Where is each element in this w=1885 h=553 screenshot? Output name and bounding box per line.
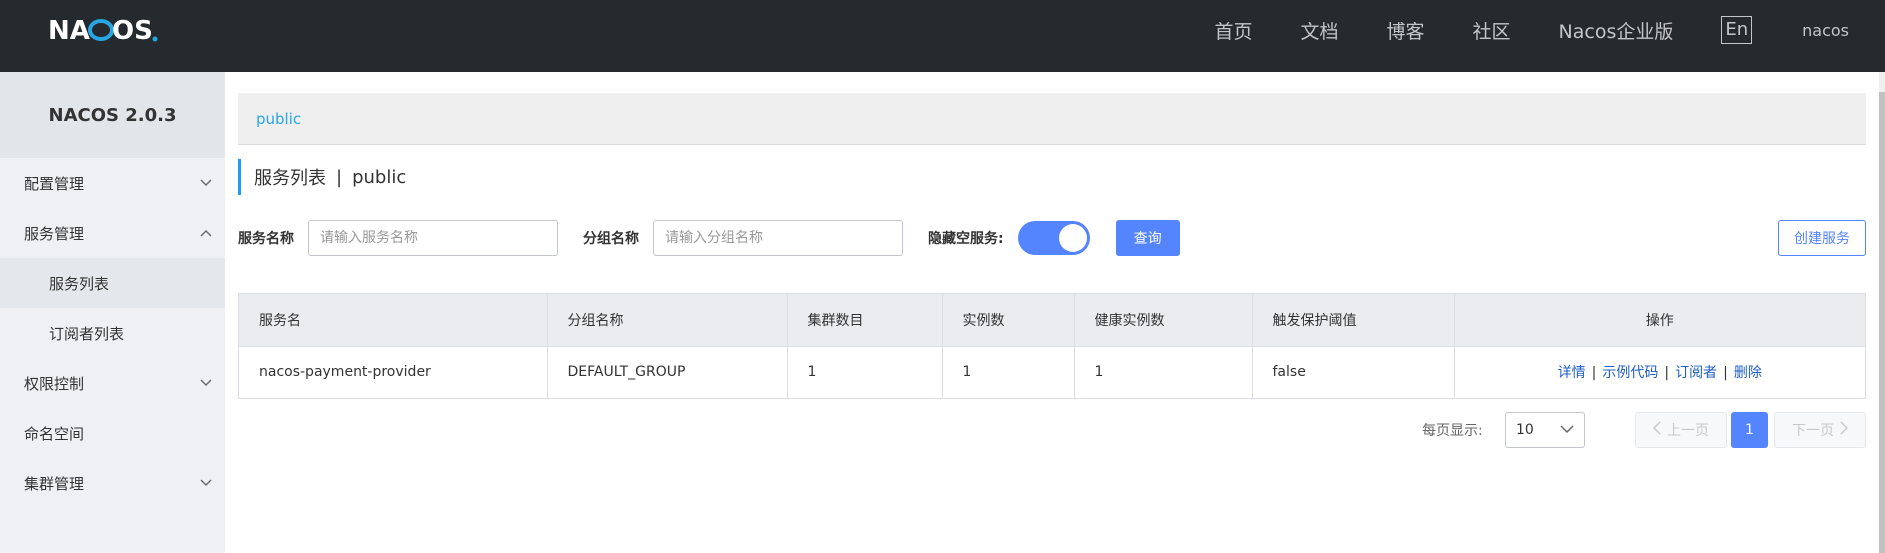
cell-service-name: nacos-payment-provider — [239, 346, 548, 398]
nav-home[interactable]: 首页 — [1214, 17, 1252, 44]
cell-operations: 详情 | 示例代码 | 订阅者 | 删除 — [1454, 346, 1865, 398]
hide-empty-services-label: 隐藏空服务: — [928, 231, 1004, 247]
sidebar-item-cluster-management[interactable]: 集群管理 — [0, 458, 225, 508]
page-size-label: 每页显示: — [1422, 423, 1483, 439]
group-name-input[interactable] — [653, 220, 903, 256]
next-page-label: 下一页 — [1792, 423, 1834, 439]
page-number-1[interactable]: 1 — [1731, 412, 1768, 448]
prev-page-button[interactable]: 上一页 — [1635, 412, 1727, 448]
sidebar-item-subscriber-list[interactable]: 订阅者列表 — [0, 308, 225, 358]
chevron-down-icon — [199, 476, 213, 490]
namespace-link-public[interactable]: public — [256, 110, 301, 128]
top-navbar: NA OS 首页 文档 博客 社区 Nacos企业版 En nacos — [0, 0, 1885, 72]
page-scrollbar[interactable] — [1879, 72, 1885, 553]
column-header-protect-threshold: 触发保护阈值 — [1252, 294, 1455, 347]
language-toggle-button[interactable]: En — [1721, 16, 1753, 44]
nav-enterprise[interactable]: Nacos企业版 — [1559, 17, 1674, 44]
chevron-down-icon — [199, 376, 213, 390]
sidebar-item-label: 命名空间 — [24, 424, 85, 443]
main-content: public 服务列表 | public 服务名称 分组名称 隐藏空服务: 查询… — [225, 72, 1885, 553]
nacos-logo-icon: NA OS — [48, 16, 158, 45]
service-table: 服务名 分组名称 集群数目 实例数 健康实例数 触发保护阈值 操作 nacos-… — [238, 293, 1866, 399]
sample-code-link[interactable]: 示例代码 — [1602, 365, 1658, 381]
create-service-button[interactable]: 创建服务 — [1778, 220, 1866, 256]
sidebar-item-label: 集群管理 — [24, 474, 85, 493]
scrollbar-thumb[interactable] — [1879, 92, 1885, 553]
sidebar-item-service-management[interactable]: 服务管理 — [0, 208, 225, 258]
cell-group-name: DEFAULT_GROUP — [547, 346, 788, 398]
user-menu[interactable]: nacos — [1802, 21, 1849, 40]
sidebar: NACOS 2.0.3 配置管理 服务管理 服务列表 订阅者列表 权限控制 命名… — [0, 72, 225, 553]
page-size-value: 10 — [1516, 422, 1534, 438]
toggle-knob — [1058, 224, 1087, 252]
op-separator: | — [1723, 365, 1728, 382]
nacos-logo[interactable]: NA OS — [48, 15, 168, 45]
service-name-input[interactable] — [308, 220, 558, 256]
column-header-service-name: 服务名 — [239, 294, 548, 347]
svg-text:OS: OS — [112, 16, 153, 45]
chevron-down-icon — [1560, 422, 1574, 438]
service-name-label: 服务名称 — [238, 231, 294, 247]
column-header-healthy-count: 健康实例数 — [1074, 294, 1253, 347]
sidebar-item-config-management[interactable]: 配置管理 — [0, 158, 225, 208]
page-title: 服务列表 | public — [238, 159, 406, 195]
page-title-namespace: public — [352, 166, 407, 188]
query-button[interactable]: 查询 — [1115, 220, 1180, 256]
chevron-left-icon — [1652, 421, 1661, 439]
column-header-operations: 操作 — [1454, 294, 1865, 347]
filter-bar: 服务名称 分组名称 隐藏空服务: 查询 创建服务 — [238, 220, 1866, 256]
page-title-text: 服务列表 — [254, 168, 326, 189]
table-header-row: 服务名 分组名称 集群数目 实例数 健康实例数 触发保护阈值 操作 — [239, 294, 1865, 347]
sidebar-item-access-control[interactable]: 权限控制 — [0, 358, 225, 408]
sidebar-item-service-list[interactable]: 服务列表 — [0, 258, 225, 308]
delete-link[interactable]: 删除 — [1734, 365, 1762, 381]
column-header-group-name: 分组名称 — [547, 294, 788, 347]
group-name-label: 分组名称 — [583, 231, 639, 247]
sidebar-title: NACOS 2.0.3 — [0, 72, 225, 158]
cell-instance-count: 1 — [942, 346, 1075, 398]
column-header-instance-count: 实例数 — [942, 294, 1075, 347]
cell-cluster-count: 1 — [787, 346, 943, 398]
nav-docs[interactable]: 文档 — [1300, 17, 1338, 44]
hide-empty-services-toggle[interactable] — [1017, 221, 1090, 255]
top-nav-menu: 首页 文档 博客 社区 Nacos企业版 En nacos — [1214, 0, 1885, 60]
prev-page-label: 上一页 — [1667, 423, 1709, 439]
table-row: nacos-payment-provider DEFAULT_GROUP 1 1… — [239, 346, 1865, 398]
nav-community[interactable]: 社区 — [1473, 17, 1511, 44]
namespace-bar: public — [238, 93, 1866, 145]
details-link[interactable]: 详情 — [1558, 365, 1586, 381]
chevron-up-icon — [199, 226, 213, 240]
sidebar-item-label: 权限控制 — [24, 374, 85, 393]
column-header-cluster-count: 集群数目 — [787, 294, 943, 347]
op-separator: | — [1664, 365, 1670, 382]
svg-text:NA: NA — [48, 16, 90, 45]
chevron-down-icon — [199, 176, 213, 190]
page-size-select[interactable]: 10 — [1505, 412, 1585, 448]
chevron-right-icon — [1840, 421, 1849, 439]
sidebar-item-namespace[interactable]: 命名空间 — [0, 408, 225, 458]
sidebar-item-label: 配置管理 — [24, 174, 85, 193]
next-page-button[interactable]: 下一页 — [1774, 412, 1866, 448]
nav-blog[interactable]: 博客 — [1386, 17, 1424, 44]
title-separator: | — [336, 166, 343, 188]
op-separator: | — [1591, 365, 1597, 382]
cell-healthy-count: 1 — [1074, 346, 1253, 398]
cell-protect-threshold: false — [1252, 346, 1455, 398]
subscribers-link[interactable]: 订阅者 — [1675, 365, 1717, 381]
sidebar-item-label: 服务管理 — [24, 224, 85, 243]
